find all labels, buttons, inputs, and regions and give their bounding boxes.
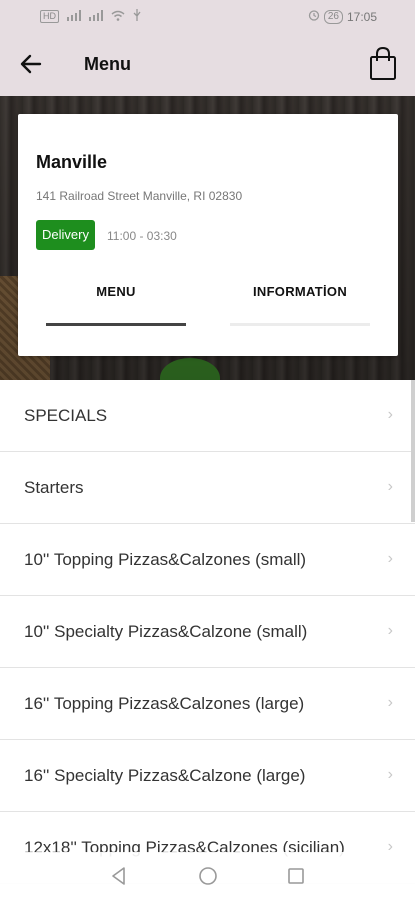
category-label: Starters (24, 478, 84, 497)
nav-home-button[interactable] (196, 864, 220, 888)
shopping-bag-icon (370, 46, 396, 80)
category-label: 10'' Topping Pizzas&Calzones (small) (24, 550, 307, 569)
tab-menu-indicator (46, 323, 186, 326)
nav-back-icon (112, 867, 125, 885)
hd-indicator: HD (40, 10, 59, 23)
alarm-icon (308, 9, 320, 24)
status-right-icons: 26 17:05 (308, 9, 377, 24)
back-button[interactable] (14, 50, 50, 78)
category-label: 16'' Specialty Pizzas&Calzone (large) (24, 766, 306, 785)
chevron-right-icon: › (387, 694, 393, 711)
category-label: 10'' Specialty Pizzas&Calzone (small) (24, 622, 308, 641)
restaurant-card: Manville 141 Railroad Street Manville, R… (18, 114, 398, 356)
signal-icon (67, 9, 81, 24)
status-left-icons: HD (40, 9, 141, 24)
category-label: 16'' Topping Pizzas&Calzones (large) (24, 694, 305, 713)
category-label: SPECIALS (24, 406, 108, 425)
tab-menu[interactable]: MENU (46, 284, 186, 299)
category-item-specials[interactable]: SPECIALS › (0, 380, 415, 452)
signal-icon-2 (89, 9, 103, 24)
chevron-right-icon: › (387, 406, 393, 423)
page-title: Menu (84, 54, 131, 74)
nav-back-button[interactable] (107, 864, 131, 888)
battery-indicator: 26 (323, 9, 343, 24)
delivery-badge: Delivery (36, 220, 95, 250)
category-item-10-topping[interactable]: 10'' Topping Pizzas&Calzones (small) › (0, 524, 415, 596)
opening-hours: 11:00 - 03:30 (107, 229, 177, 243)
category-item-16-topping[interactable]: 16'' Topping Pizzas&Calzones (large) › (0, 668, 415, 740)
category-item-starters[interactable]: Starters › (0, 452, 415, 524)
nav-recents-icon (288, 868, 304, 884)
restaurant-name: Manville (36, 152, 108, 172)
wifi-icon (111, 10, 125, 24)
status-bar: HD 26 17:05 (0, 0, 415, 32)
category-item-10-specialty[interactable]: 10'' Specialty Pizzas&Calzone (small) › (0, 596, 415, 668)
tab-information-indicator (230, 323, 370, 326)
chevron-right-icon: › (387, 622, 393, 639)
category-item-16-specialty[interactable]: 16'' Specialty Pizzas&Calzone (large) › (0, 740, 415, 812)
chevron-right-icon: › (387, 478, 393, 495)
nav-recents-button[interactable] (284, 864, 308, 888)
arrow-left-icon (20, 54, 42, 74)
menu-category-list: SPECIALS › Starters › 10'' Topping Pizza… (0, 380, 415, 884)
tab-information[interactable]: INFORMATİON (230, 284, 370, 299)
restaurant-address: 141 Railroad Street Manville, RI 02830 (36, 189, 243, 203)
usb-icon (133, 9, 141, 24)
scrollbar[interactable] (411, 380, 415, 522)
nav-home-icon (199, 867, 217, 885)
chevron-right-icon: › (387, 766, 393, 783)
chevron-right-icon: › (387, 550, 393, 567)
app-bar: Menu (0, 32, 415, 96)
cart-button[interactable] (365, 44, 401, 84)
system-nav-bar (0, 852, 415, 900)
status-time: 17:05 (346, 9, 377, 24)
